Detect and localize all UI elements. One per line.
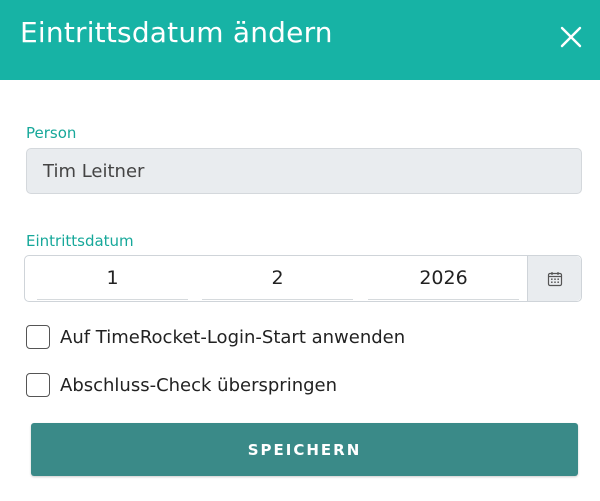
entry-date-label: Eintrittsdatum: [26, 232, 134, 250]
close-button[interactable]: [560, 26, 582, 48]
dialog-header: Eintrittsdatum ändern: [0, 0, 600, 80]
skip-final-check-option[interactable]: Abschluss-Check überspringen: [26, 373, 337, 397]
dialog-title: Eintrittsdatum ändern: [20, 16, 333, 49]
apply-to-login-start-label: Auf TimeRocket-Login-Start anwenden: [60, 326, 406, 348]
month-input[interactable]: 2: [202, 256, 353, 300]
close-icon: [560, 26, 582, 48]
save-button[interactable]: SPEICHERN: [31, 423, 578, 476]
day-input[interactable]: 1: [37, 256, 188, 300]
change-entry-date-dialog: Eintrittsdatum ändern Person Tim Leitner…: [0, 0, 600, 501]
apply-to-login-start-option[interactable]: Auf TimeRocket-Login-Start anwenden: [26, 325, 405, 349]
person-field: Tim Leitner: [26, 148, 582, 194]
entry-date-input-group: 1 2 2026: [24, 255, 582, 302]
apply-to-login-start-checkbox[interactable]: [26, 325, 50, 349]
person-label: Person: [26, 124, 77, 142]
skip-final-check-checkbox[interactable]: [26, 373, 50, 397]
year-input[interactable]: 2026: [368, 256, 519, 300]
calendar-icon: [547, 271, 562, 286]
skip-final-check-label: Abschluss-Check überspringen: [60, 374, 338, 396]
calendar-button[interactable]: [527, 256, 581, 301]
